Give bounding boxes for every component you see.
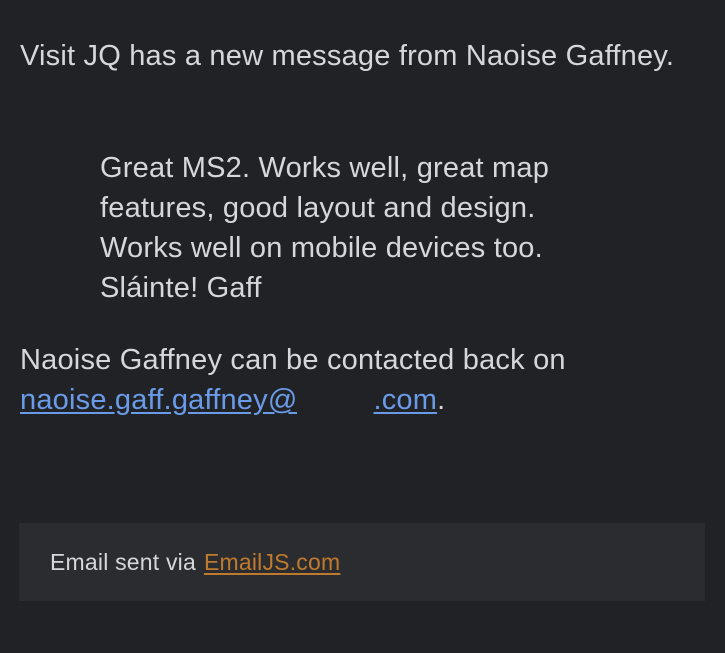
emailjs-link[interactable]: EmailJS.com — [204, 549, 340, 576]
quote-line: Great MS2. Works well, great map — [100, 152, 550, 184]
quote-line: Works well on mobile devices too. — [100, 232, 543, 264]
contact-email-link[interactable]: naoise.gaff.gaffney@ .com — [20, 380, 438, 420]
email-footer: Email sent via EmailJS.com — [19, 523, 705, 601]
message-intro: Visit JQ has a new message from Naoise G… — [20, 40, 675, 72]
email-end: .com — [373, 384, 438, 416]
footer-prefix: Email sent via — [50, 548, 196, 575]
quote-line: features, good layout and design. — [100, 192, 536, 224]
message-quote: Great MS2. Works well, great map feature… — [100, 148, 660, 308]
email-start: naoise.gaff.gaffney@ — [20, 384, 298, 416]
email-redacted-block — [297, 380, 374, 420]
contact-suffix: . — [437, 384, 446, 416]
contact-prefix: Naoise Gaffney can be contacted back on — [20, 344, 566, 376]
contact-paragraph: Naoise Gaffney can be contacted back on … — [20, 340, 700, 420]
quote-line: Sláinte! Gaff — [100, 272, 262, 304]
